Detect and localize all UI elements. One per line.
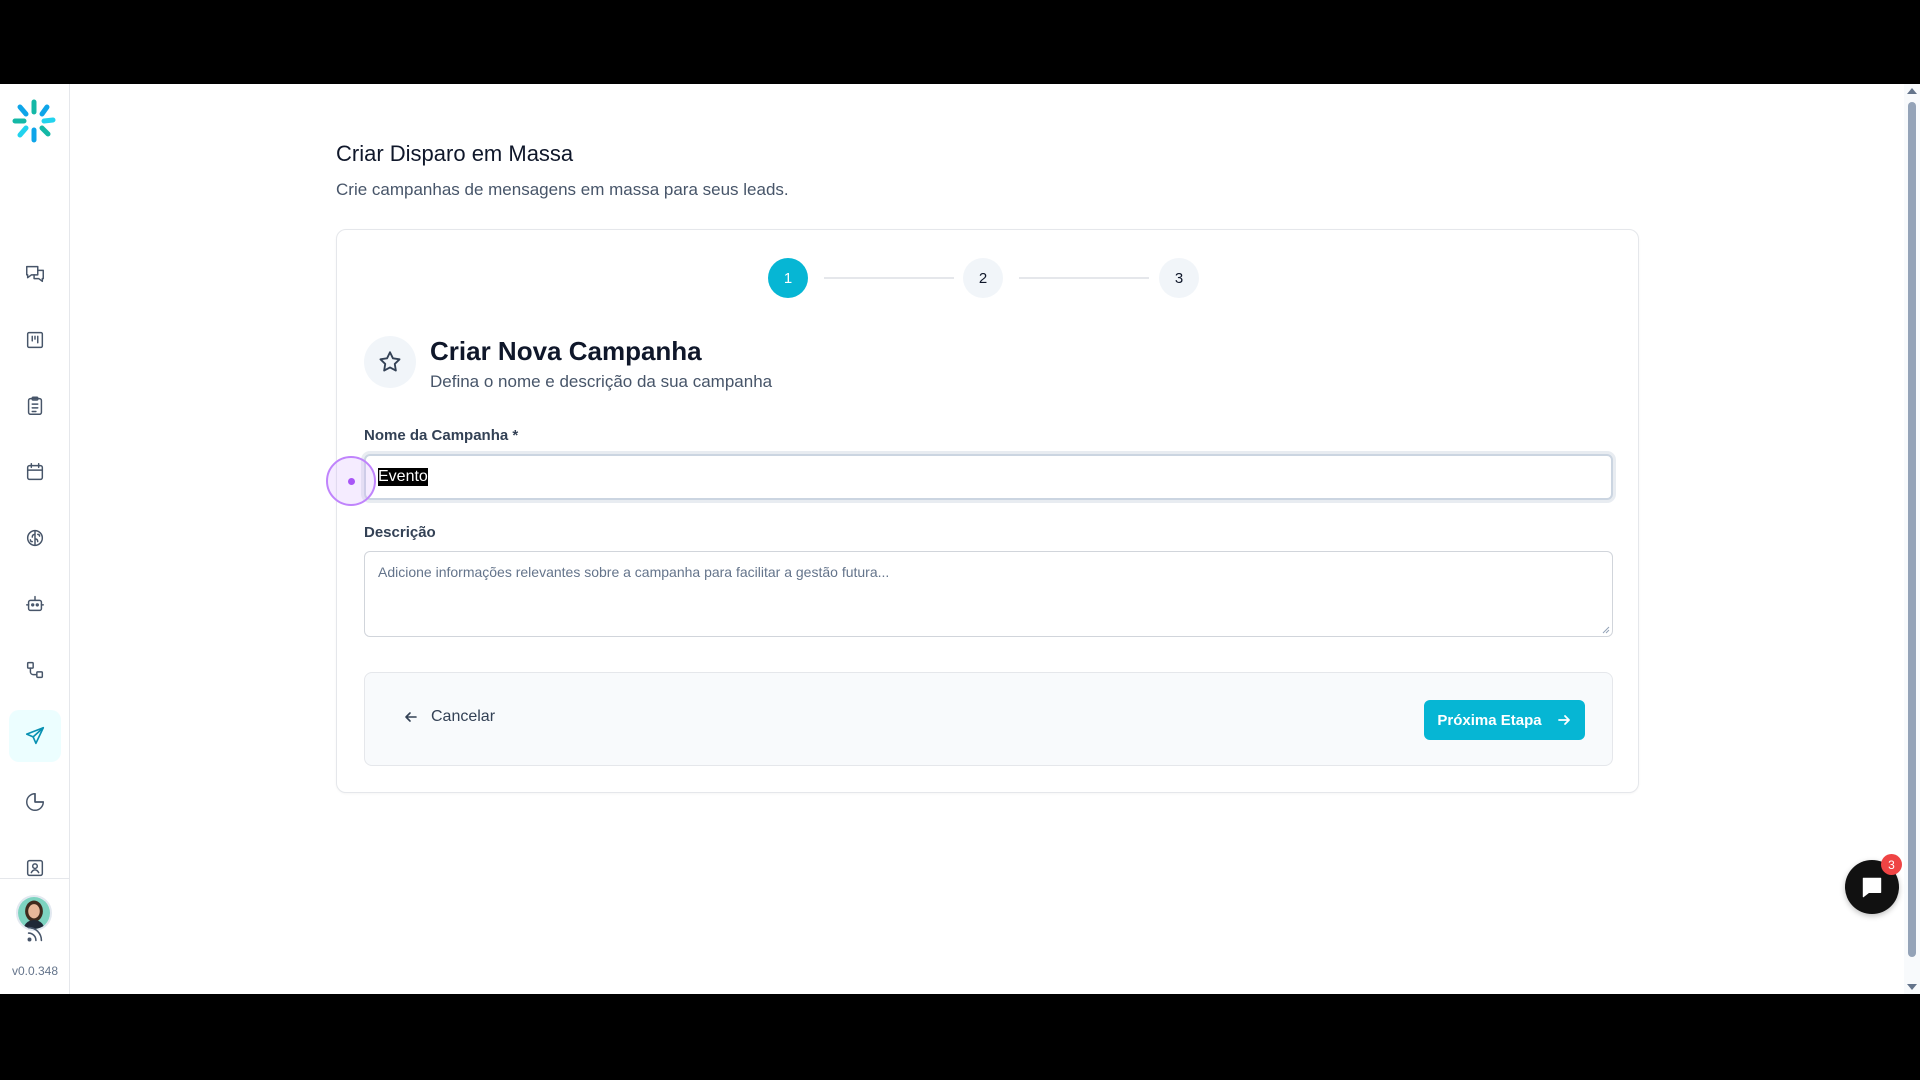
app-logo[interactable]	[11, 98, 57, 144]
step-connector	[824, 277, 954, 279]
scroll-thumb[interactable]	[1908, 102, 1916, 957]
campaign-name-input[interactable]: Evento	[364, 454, 1613, 500]
campaign-name-value: Evento	[378, 468, 428, 486]
arrow-right-icon	[1557, 715, 1570, 725]
sidebar-item-tasks[interactable]	[9, 380, 61, 432]
form-actions: Cancelar Próxima Etapa	[364, 672, 1613, 766]
description-label: Descrição	[364, 524, 436, 541]
section-icon-wrapper	[364, 336, 416, 388]
app-version: v0.0.348	[11, 964, 59, 978]
calendar-icon	[26, 463, 44, 481]
kanban-board-icon	[26, 331, 44, 349]
sidebar-item-calendar[interactable]	[9, 446, 61, 498]
star-icon	[379, 351, 401, 372]
sidebar-item-kanban[interactable]	[9, 314, 61, 366]
pie-chart-icon	[26, 793, 44, 811]
page-title: Criar Disparo em Massa	[336, 141, 574, 166]
page-scrollbar[interactable]	[1904, 84, 1920, 994]
sidebar: v0.0.348	[0, 84, 70, 994]
sidebar-item-contacts[interactable]	[9, 842, 61, 894]
campaign-name-label: Nome da Campanha *	[364, 427, 519, 444]
sidebar-item-ai-brain[interactable]	[9, 512, 61, 564]
click-indicator-dot	[348, 478, 355, 485]
description-textarea[interactable]: Adicione informações relevantes sobre a …	[364, 551, 1613, 637]
campaign-form-card: 1 2 3 Criar Nova Campanha Defina o nome …	[336, 229, 1639, 793]
sidebar-item-feeds[interactable]	[9, 908, 61, 960]
next-step-label: Próxima Etapa	[1437, 711, 1542, 729]
scroll-up-icon[interactable]	[1907, 88, 1917, 94]
send-icon	[25, 726, 45, 745]
contact-card-icon	[26, 859, 44, 877]
cancel-button[interactable]: Cancelar	[403, 708, 495, 726]
step-1: 1	[768, 258, 808, 298]
description-placeholder: Adicione informações relevantes sobre a …	[378, 564, 890, 580]
next-step-button[interactable]: Próxima Etapa	[1424, 700, 1585, 740]
step-2: 2	[963, 258, 1003, 298]
section-subtitle: Defina o nome e descrição da sua campanh…	[430, 372, 773, 391]
workflow-icon	[26, 661, 44, 679]
sidebar-item-conversations[interactable]	[9, 248, 61, 300]
app-screen: v0.0.348 Criar Disparo em Massa Crie cam…	[0, 84, 1920, 994]
brain-icon	[26, 529, 44, 547]
logo-icon	[12, 99, 56, 143]
chat-icon	[1862, 877, 1882, 898]
arrow-left-icon	[405, 712, 417, 722]
scroll-down-icon[interactable]	[1907, 984, 1917, 990]
page-subtitle: Crie campanhas de mensagens em massa par…	[336, 180, 789, 199]
click-indicator	[326, 456, 376, 506]
sidebar-item-reports[interactable]	[9, 776, 61, 828]
section-title: Criar Nova Campanha	[430, 336, 702, 366]
sidebar-item-workflows[interactable]	[9, 644, 61, 696]
rss-icon	[27, 926, 43, 942]
step-connector	[1019, 277, 1149, 279]
cancel-label: Cancelar	[431, 708, 496, 725]
bot-icon	[26, 595, 44, 612]
sidebar-item-bots[interactable]	[9, 578, 61, 630]
clipboard-list-icon	[27, 396, 43, 415]
chat-bubbles-icon	[26, 265, 44, 283]
step-3: 3	[1159, 258, 1199, 298]
resize-handle-icon[interactable]	[1602, 626, 1610, 634]
sidebar-item-mass-send[interactable]	[9, 710, 61, 762]
chat-notification-badge: 3	[1881, 854, 1902, 875]
sidebar-divider	[0, 878, 70, 879]
